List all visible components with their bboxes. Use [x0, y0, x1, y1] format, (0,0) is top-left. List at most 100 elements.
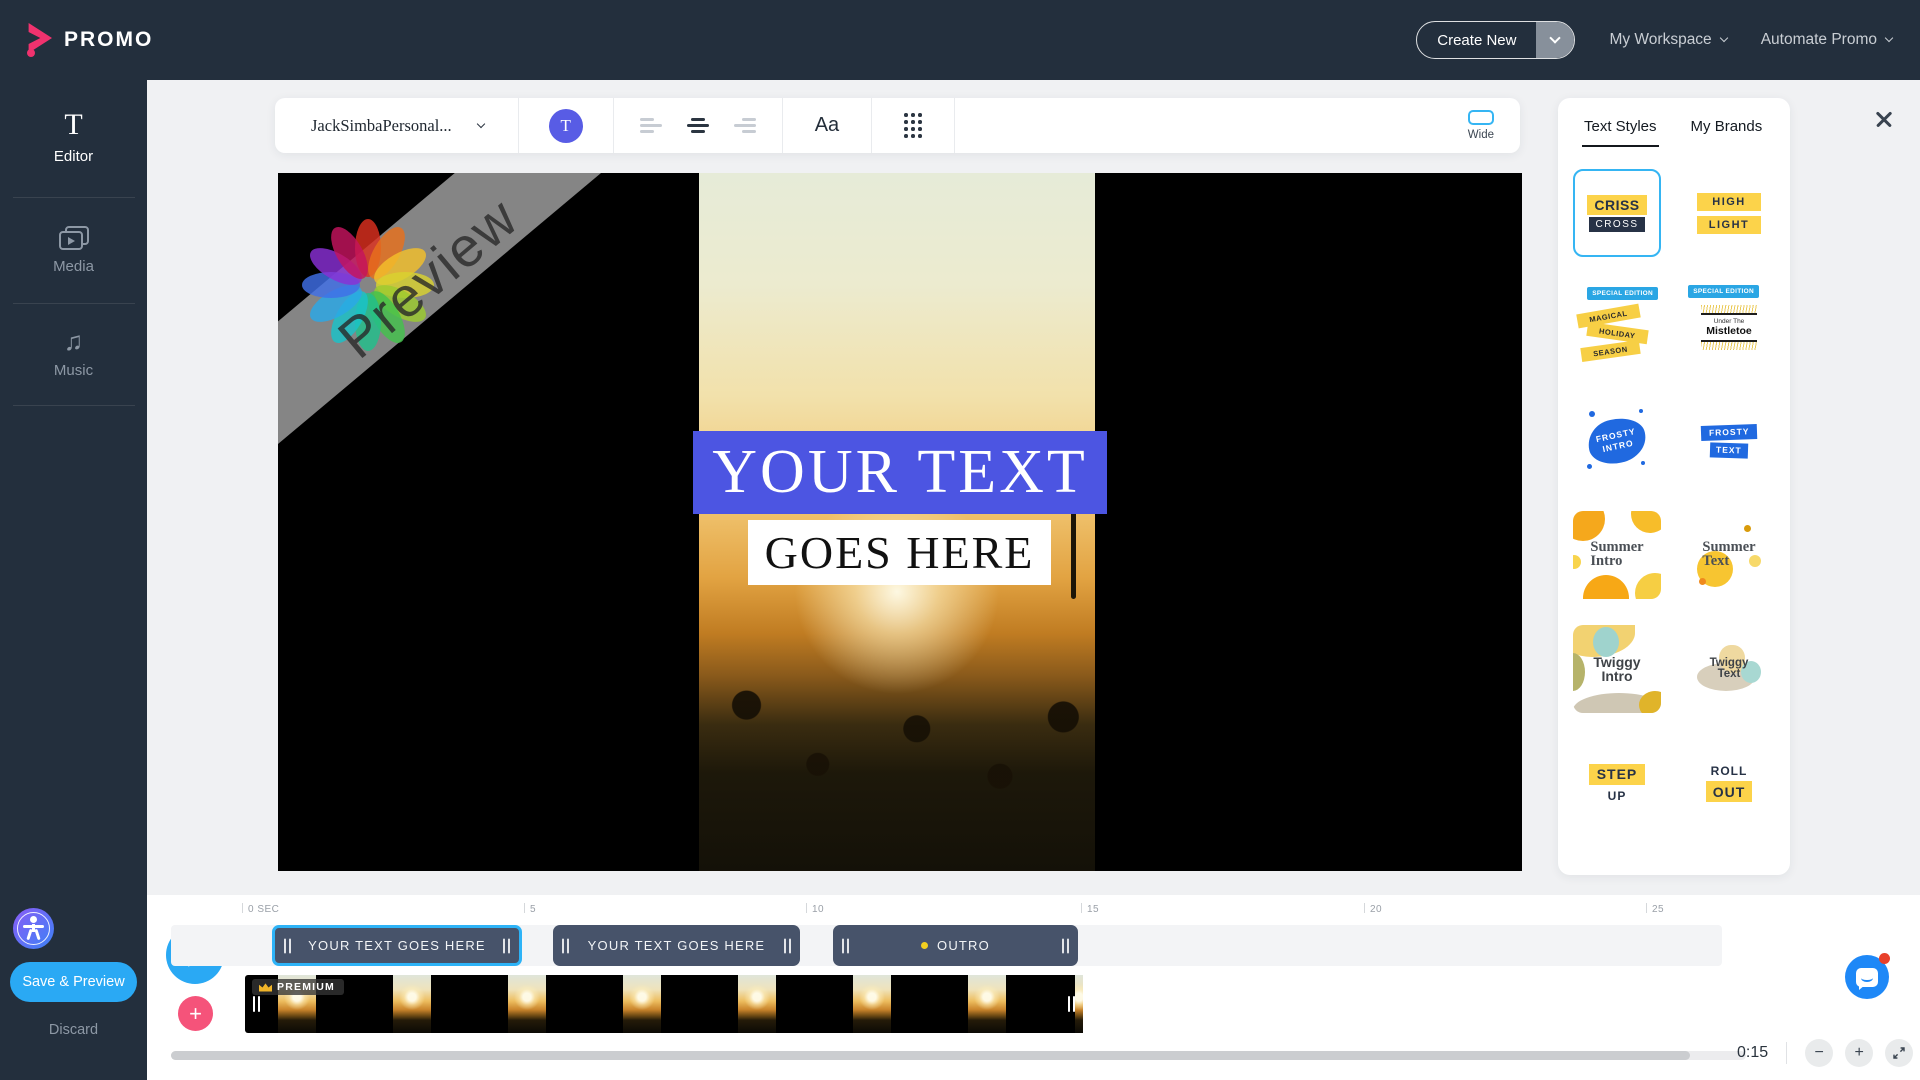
style-word: Under The — [1713, 317, 1745, 325]
sunflower-field — [699, 633, 1095, 871]
trim-handle-left[interactable] — [284, 938, 291, 953]
style-card-under-the-mistletoe[interactable]: SPECIAL EDITION Under The Mistletoe — [1685, 283, 1773, 371]
zoom-out-button[interactable]: − — [1805, 1039, 1834, 1067]
style-word: STEP — [1588, 763, 1646, 785]
accessibility-widget-button[interactable] — [13, 908, 54, 949]
chat-support-button[interactable] — [1845, 953, 1890, 999]
wide-format-toggle[interactable]: Wide — [1442, 110, 1520, 141]
trim-handle-right[interactable] — [1062, 938, 1069, 953]
divider — [12, 197, 135, 198]
text-toolbar: JackSimbaPersonal... T Aa Wide — [275, 98, 1520, 153]
trim-handle-right[interactable] — [784, 938, 791, 953]
timeline-clip-text-1[interactable]: YOUR TEXT GOES HERE — [272, 925, 522, 966]
align-center-button[interactable] — [686, 118, 710, 133]
text-editor-icon: T — [64, 108, 83, 141]
style-card-summer-text[interactable]: Summer Text — [1685, 511, 1773, 599]
font-family-dropdown[interactable]: JackSimbaPersonal... — [275, 116, 518, 136]
divider — [1701, 312, 1757, 315]
style-card-criss-cross[interactable]: CRISS CROSS — [1573, 169, 1661, 257]
automate-promo-menu[interactable]: Automate Promo — [1761, 31, 1894, 49]
timeline-clip-outro[interactable]: OUTRO — [833, 925, 1078, 966]
text-layer-line1[interactable]: YOUR TEXT — [693, 431, 1107, 514]
more-options-grid-icon[interactable] — [904, 113, 922, 138]
trim-handle-right[interactable] — [503, 938, 510, 953]
wide-format-icon — [1467, 110, 1494, 125]
style-card-magical-holiday-season[interactable]: SPECIAL EDITION MAGICAL HOLIDAY SEASON — [1573, 283, 1661, 371]
text-line2: GOES HERE — [764, 527, 1035, 578]
logo-text: PROMO — [64, 28, 154, 51]
premium-badge: PREMIUM — [252, 979, 344, 995]
add-clip-button[interactable]: + — [178, 996, 213, 1031]
trim-handle-left[interactable] — [562, 938, 569, 953]
ruler-label: 20 — [1370, 904, 1383, 915]
style-card-step-up[interactable]: STEP UP — [1573, 739, 1661, 827]
save-and-preview-button[interactable]: Save & Preview — [10, 962, 137, 1002]
align-right-button[interactable] — [732, 118, 756, 133]
style-word: SEASON — [1580, 339, 1641, 363]
style-word: ROLL — [1710, 764, 1748, 778]
sidebar-item-label: Music — [53, 362, 94, 379]
tab-my-brands[interactable]: My Brands — [1691, 118, 1763, 147]
timeline-scrollbar-thumb[interactable] — [171, 1051, 1690, 1060]
text-line1: YOUR TEXT — [712, 438, 1088, 506]
tab-text-styles[interactable]: Text Styles — [1582, 118, 1659, 147]
sidebar-item-music[interactable]: ♫ Music — [0, 328, 147, 379]
my-workspace-menu[interactable]: My Workspace — [1609, 31, 1728, 49]
fit-timeline-button[interactable] — [1885, 1039, 1914, 1067]
text-styles-panel: Text Styles My Brands CRISS CROSS HIGH L… — [1558, 98, 1790, 875]
style-word: CRISS — [1587, 194, 1647, 215]
sidebar-item-editor[interactable]: T Editor — [0, 108, 147, 166]
create-new-button[interactable]: Create New — [1416, 21, 1576, 59]
ruler-label: 0 SEC — [248, 904, 280, 915]
clip-label: YOUR TEXT GOES HERE — [587, 938, 766, 953]
style-card-high-light[interactable]: HIGH LIGHT — [1685, 169, 1773, 257]
style-card-frosty-intro[interactable]: FROSTY INTRO — [1573, 397, 1661, 485]
discard-button[interactable]: Discard — [0, 1022, 147, 1038]
style-word: Text — [1717, 668, 1741, 680]
sidebar-item-media[interactable]: Media — [0, 226, 147, 275]
media-icon — [58, 226, 89, 250]
clip-label: OUTRO — [937, 938, 990, 953]
text-color-button[interactable]: T — [548, 108, 583, 143]
video-clip-strip[interactable]: PREMIUM — [245, 975, 1083, 1033]
create-new-label[interactable]: Create New — [1417, 22, 1536, 58]
alignment-controls — [614, 118, 782, 133]
notification-dot — [1879, 953, 1890, 964]
chevron-down-icon — [476, 119, 485, 128]
font-size-button[interactable]: Aa — [783, 114, 871, 137]
style-card-frosty-text[interactable]: FROSTY TEXT — [1685, 397, 1773, 485]
style-card-summer-intro[interactable]: Summer Intro — [1573, 511, 1661, 599]
sidebar-item-label: Media — [53, 258, 94, 275]
create-new-dropdown[interactable] — [1536, 22, 1575, 58]
close-icon[interactable] — [1872, 108, 1896, 132]
style-word: OUT — [1705, 781, 1753, 802]
style-word: LIGHT — [1697, 215, 1761, 234]
divider — [954, 98, 956, 153]
trim-handle-left[interactable] — [842, 938, 849, 953]
special-edition-badge: SPECIAL EDITION — [1688, 285, 1759, 298]
align-left-button[interactable] — [639, 118, 664, 133]
chevron-down-icon — [1549, 32, 1562, 44]
style-card-twiggy-intro[interactable]: Twiggy Intro — [1573, 625, 1661, 713]
topbar: PROMO Create New My Workspace Automate P… — [0, 0, 1920, 80]
divider — [12, 405, 135, 406]
timeline-scrollbar-track[interactable] — [171, 1051, 1746, 1060]
style-card-roll-out[interactable]: ROLL OUT — [1685, 739, 1773, 827]
ruler-tick — [806, 903, 807, 913]
style-card-twiggy-text[interactable]: Twiggy Text — [1685, 625, 1773, 713]
divider — [871, 98, 873, 153]
ruler-tick — [1081, 903, 1082, 913]
style-title: Twiggy Intro — [1593, 655, 1640, 683]
style-word: Mistletoe — [1706, 324, 1752, 337]
timeline-clip-text-2[interactable]: YOUR TEXT GOES HERE — [553, 925, 800, 966]
trim-handle-right[interactable] — [1068, 996, 1075, 1012]
style-word: Intro — [1601, 668, 1633, 684]
text-layer-line2[interactable]: GOES HERE — [748, 520, 1051, 585]
video-preview-canvas[interactable]: Preview YOUR TEXT GOES HERE — [278, 173, 1522, 871]
ruler-label: 25 — [1652, 904, 1665, 915]
wide-label: Wide — [1467, 129, 1494, 141]
outro-color-dot — [921, 942, 929, 949]
style-title: Twiggy Text — [1710, 657, 1749, 681]
zoom-in-button[interactable]: + — [1845, 1039, 1874, 1067]
trim-handle-left[interactable] — [253, 996, 260, 1012]
